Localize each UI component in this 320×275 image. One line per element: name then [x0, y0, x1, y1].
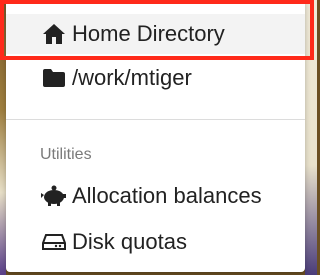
hard-drive-icon [40, 230, 68, 254]
menu-item-home-directory[interactable]: Home Directory [6, 14, 305, 54]
menu-item-label: Home Directory [72, 21, 225, 46]
menu-divider [6, 119, 305, 120]
menu-item-allocation-balances[interactable]: Allocation balances [6, 176, 305, 216]
home-icon [40, 22, 68, 46]
menu-item-work-directory[interactable]: /work/mtiger [6, 58, 305, 98]
menu-item-label: /work/mtiger [72, 65, 192, 90]
menu-section-header: Utilities [40, 146, 92, 163]
piggy-bank-icon [40, 184, 68, 208]
files-dropdown-menu: Home Directory /work/mtiger Utilities Al… [6, 0, 305, 272]
menu-item-label: Allocation balances [72, 183, 262, 208]
menu-item-label: Disk quotas [72, 229, 187, 254]
background-right [305, 0, 317, 275]
folder-icon [40, 66, 68, 90]
menu-item-disk-quotas[interactable]: Disk quotas [6, 222, 305, 262]
